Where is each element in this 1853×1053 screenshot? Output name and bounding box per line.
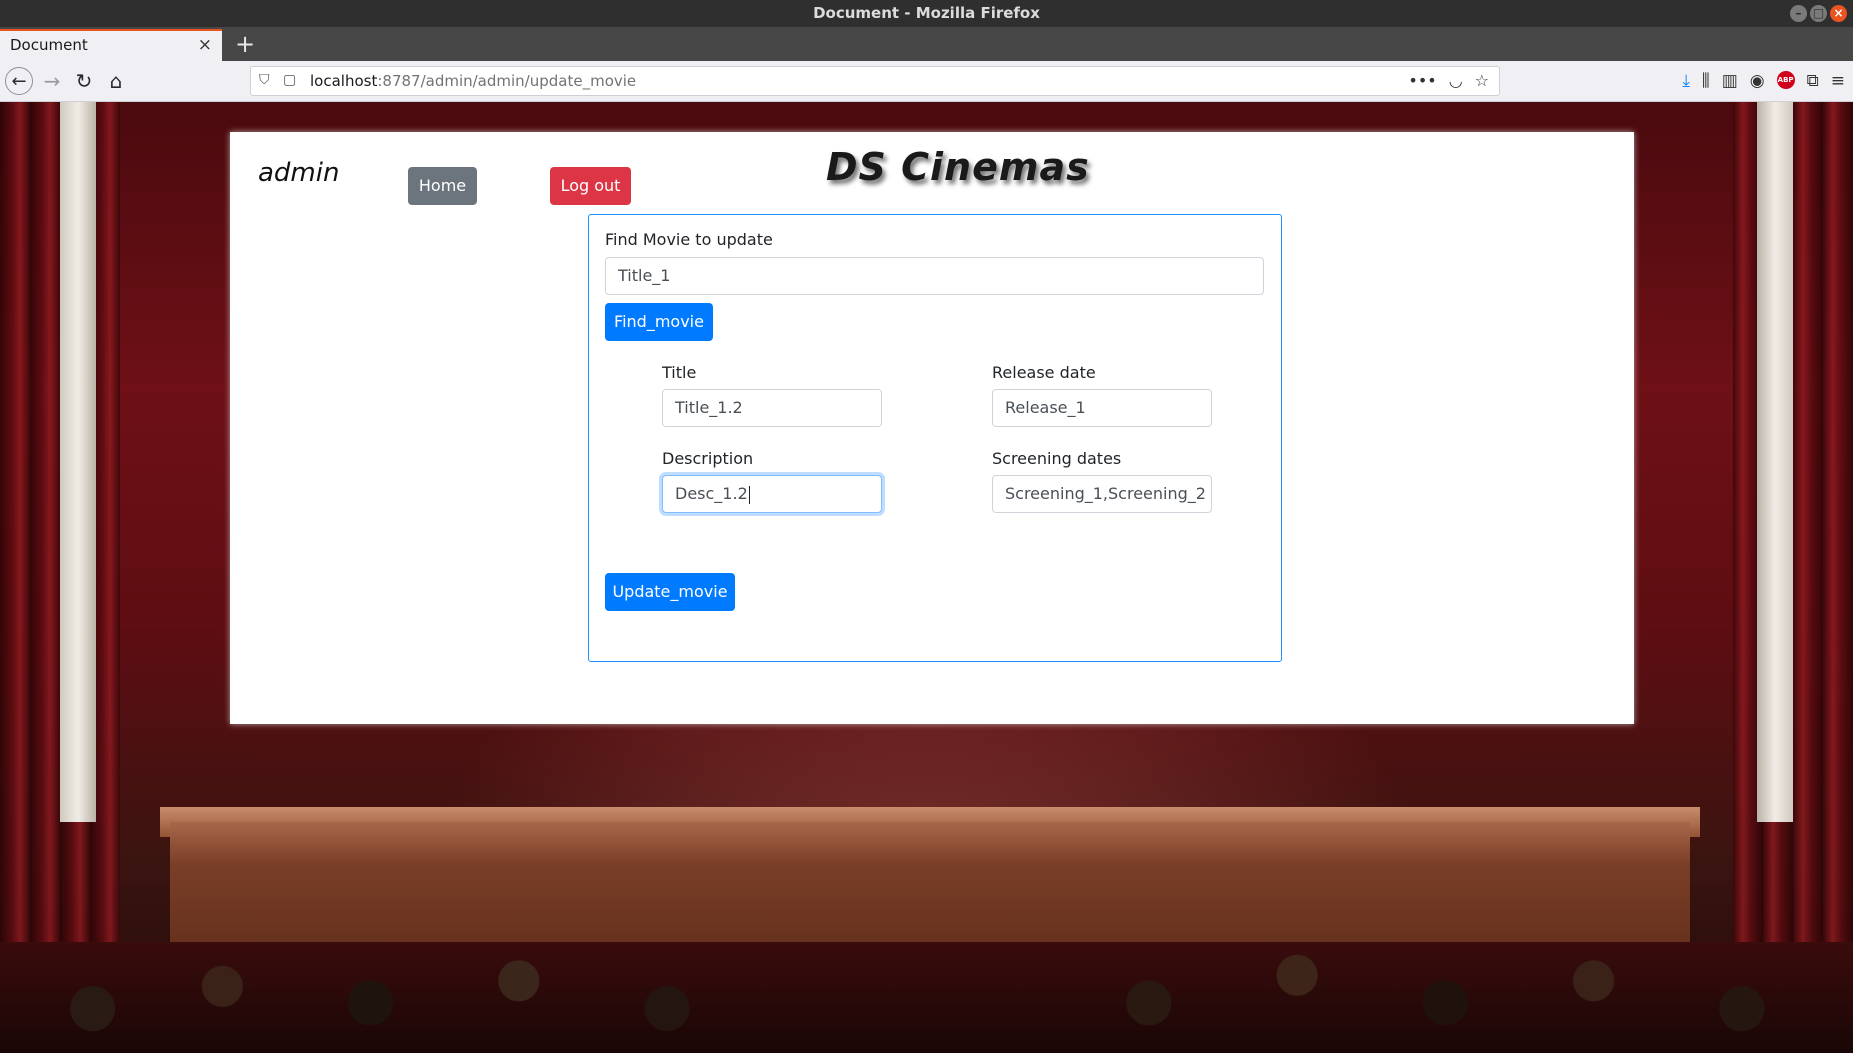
menu-icon[interactable]: ≡ [1831, 71, 1845, 91]
brand-title: DS Cinemas [826, 145, 1090, 189]
pocket-icon[interactable]: ◡ [1449, 71, 1463, 90]
text-caret [748, 485, 750, 504]
shield-icon[interactable]: ⛉ [259, 72, 270, 88]
extensions-icon[interactable]: ⧉ [1807, 71, 1819, 91]
window-controls: – □ × [1790, 5, 1847, 22]
adblock-icon[interactable]: ABP [1776, 71, 1795, 89]
update-movie-button[interactable]: Update_movie [605, 573, 735, 611]
new-tab-icon[interactable]: + [231, 29, 259, 59]
description-value: Desc_1.2 [675, 484, 748, 503]
update-movie-card: Find Movie to update Title_1 Find_movie … [588, 214, 1282, 662]
admin-username: admin [258, 158, 340, 188]
window-titlebar: Document - Mozilla Firefox – □ × [0, 0, 1853, 27]
close-window-icon[interactable]: × [1830, 5, 1847, 22]
screening-dates-label: Screening dates [992, 449, 1122, 468]
page-viewport: admin Home Log out DS Cinemas Find Movie… [0, 102, 1853, 1053]
url-actions: ••• ◡ ☆ [1408, 71, 1489, 90]
window-title: Document - Mozilla Firefox [813, 4, 1040, 22]
maximize-icon[interactable]: □ [1810, 5, 1827, 22]
pillar-left [60, 102, 96, 822]
bookmark-star-icon[interactable]: ☆ [1475, 71, 1489, 90]
home-button[interactable]: Home [408, 167, 477, 205]
page-icon[interactable]: ▢ [283, 72, 296, 88]
account-icon[interactable]: ◉ [1750, 71, 1765, 91]
curtain-right [1733, 102, 1853, 1053]
find-movie-label: Find Movie to update [605, 230, 773, 249]
title-label: Title [662, 363, 697, 382]
sidebar-icon[interactable]: ▥ [1722, 71, 1738, 91]
nav-toolbar: ← → ↻ ⌂ ⛉ ▢ localhost:8787/admin/admin/u… [0, 61, 1853, 102]
url-text[interactable]: localhost:8787/admin/admin/update_movie [310, 72, 636, 90]
minimize-icon[interactable]: – [1790, 5, 1807, 22]
browser-tab[interactable]: Document × [0, 29, 222, 61]
toolbar-right: ⤓ ⫼ ▥ ◉ ABP ⧉ ≡ [1682, 71, 1845, 91]
url-bar[interactable]: ⛉ ▢ localhost:8787/admin/admin/update_mo… [250, 66, 1500, 96]
description-input[interactable]: Desc_1.2 [662, 475, 882, 513]
more-icon[interactable]: ••• [1408, 71, 1436, 90]
forward-icon[interactable]: → [38, 67, 66, 95]
description-label: Description [662, 449, 754, 468]
pillar-right [1757, 102, 1793, 822]
find-movie-button[interactable]: Find_movie [605, 303, 713, 341]
tab-title: Document [10, 36, 88, 54]
cinema-screen-panel: admin Home Log out DS Cinemas Find Movie… [230, 132, 1634, 724]
logout-button[interactable]: Log out [550, 167, 631, 205]
find-movie-input[interactable]: Title_1 [605, 257, 1264, 295]
tab-strip: Document × + [0, 27, 1853, 61]
audience-background [0, 942, 1853, 1053]
url-path: :8787/admin/admin/update_movie [377, 72, 637, 90]
screening-dates-input[interactable]: Screening_1,Screening_2 [992, 475, 1212, 513]
download-icon[interactable]: ⤓ [1682, 71, 1690, 91]
home-icon[interactable]: ⌂ [102, 67, 130, 95]
title-input[interactable]: Title_1.2 [662, 389, 882, 427]
reload-icon[interactable]: ↻ [70, 67, 98, 95]
url-host: localhost [310, 72, 378, 90]
release-date-label: Release date [992, 363, 1096, 382]
library-icon[interactable]: ⫼ [1702, 71, 1710, 91]
release-date-input[interactable]: Release_1 [992, 389, 1212, 427]
back-icon[interactable]: ← [5, 67, 33, 95]
tab-close-icon[interactable]: × [198, 31, 212, 60]
